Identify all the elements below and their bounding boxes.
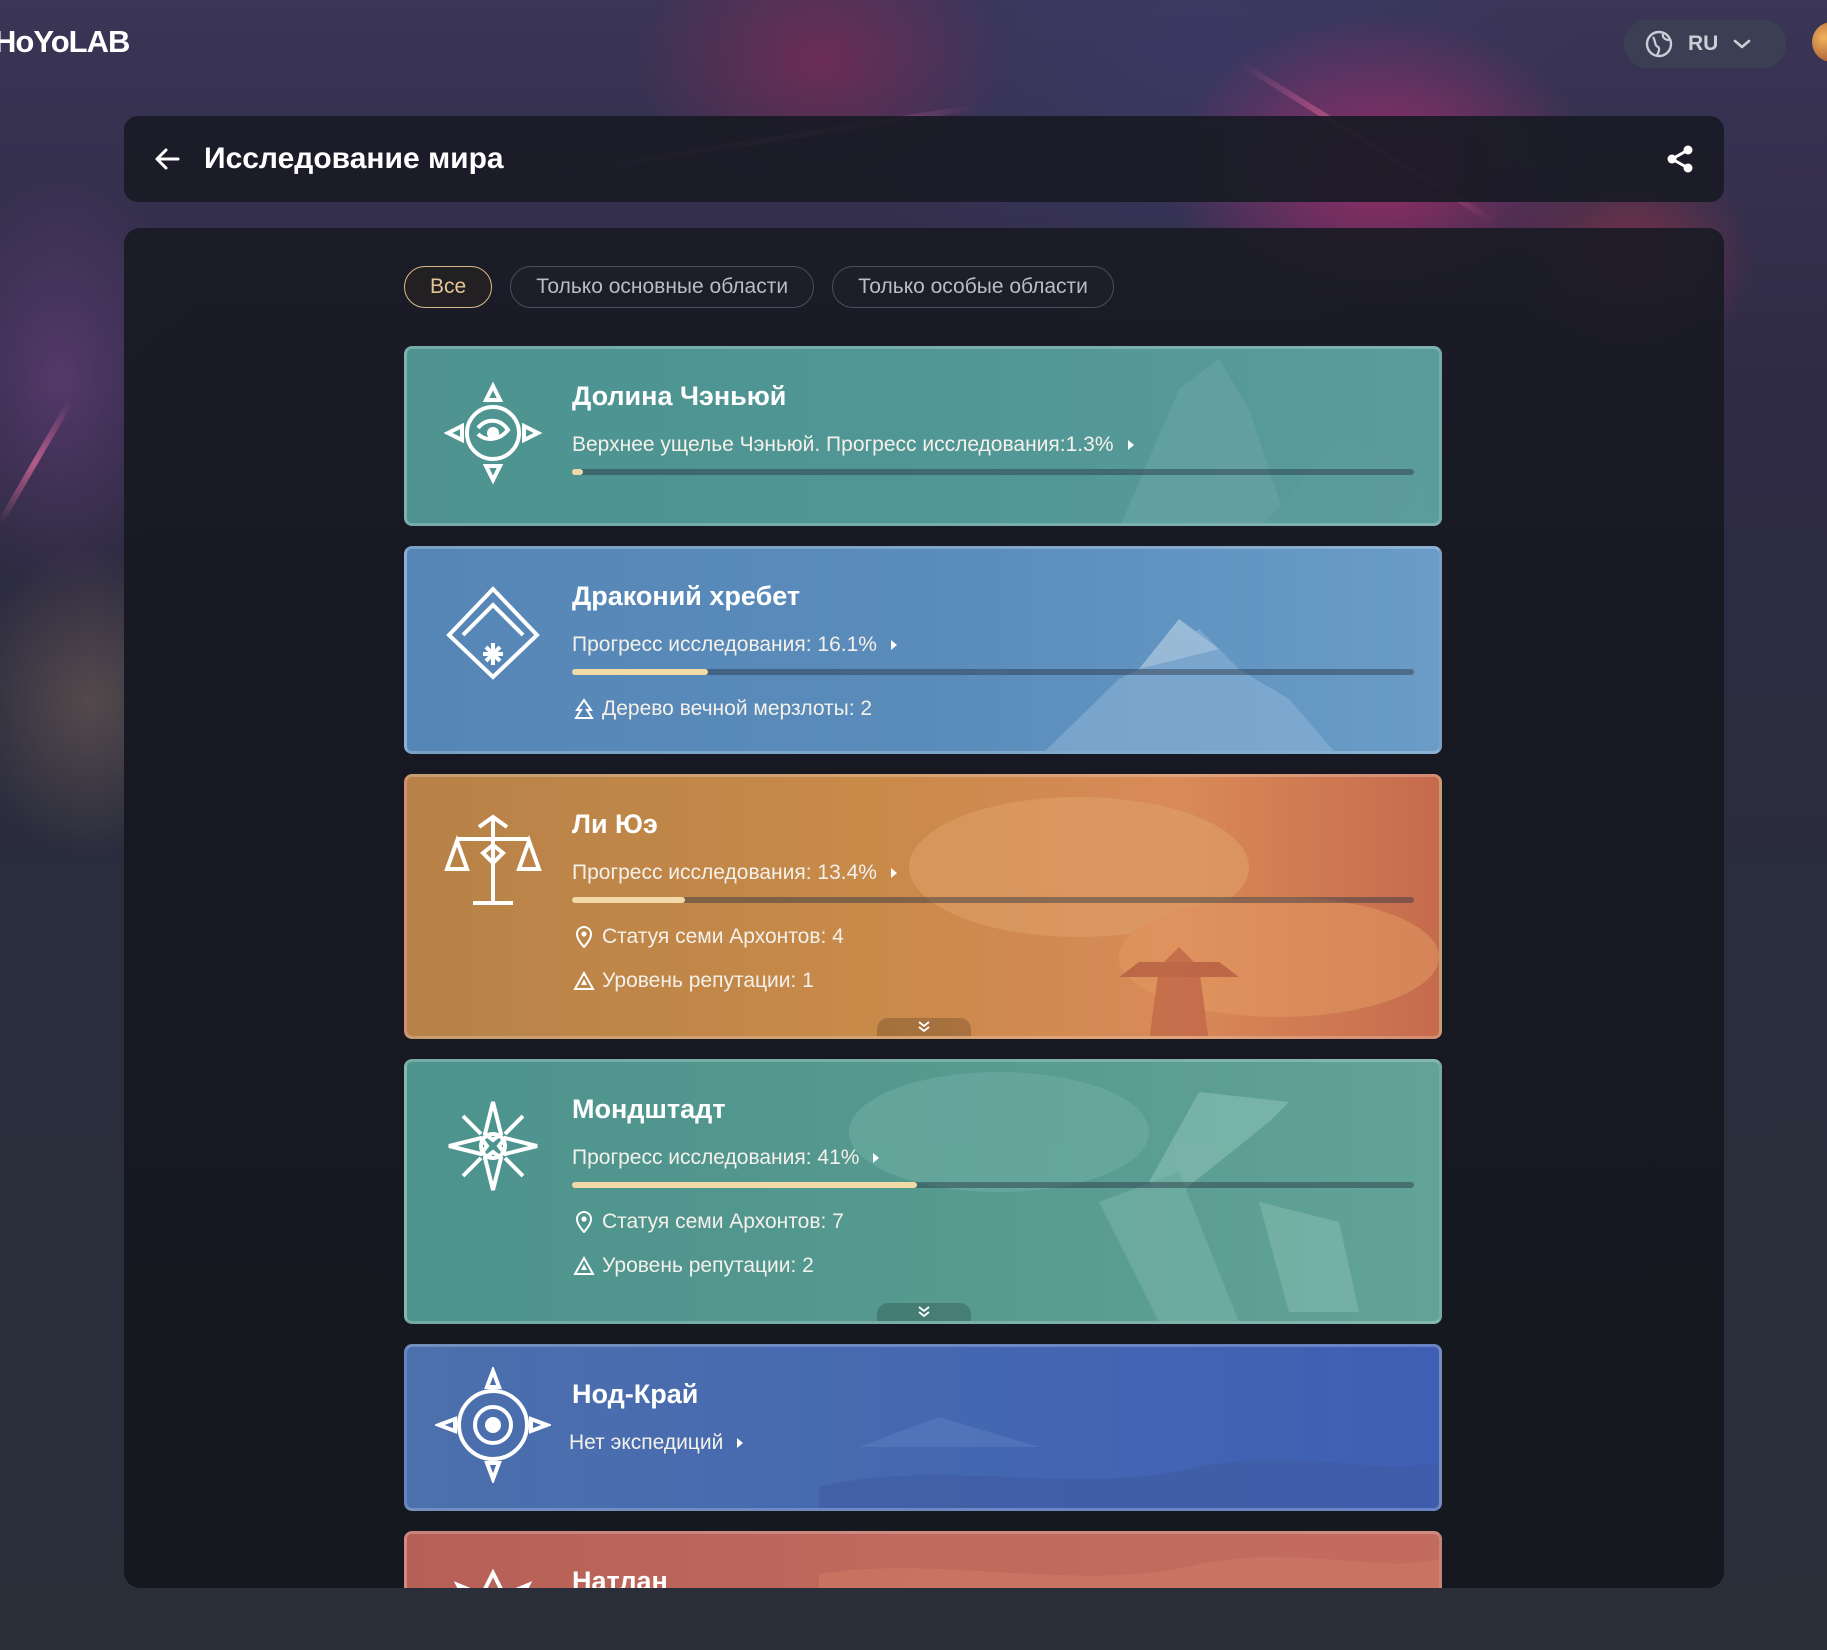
region-name: Мондштадт [572, 1094, 726, 1124]
expeditions-text: Нет экспедиций [569, 1431, 724, 1454]
back-arrow-icon[interactable] [152, 144, 182, 174]
caret-right-icon [890, 868, 897, 878]
region-name: Нод-Край [572, 1379, 699, 1409]
progress-bar-fill [572, 897, 685, 903]
region-name: Драконий хребет [572, 581, 801, 611]
region-card-nod-krai[interactable]: Нод-Край Нет экспедиций [404, 1344, 1442, 1511]
progress-text: Прогресс исследования: 16.1% [572, 633, 877, 656]
stat-statue-of-seven: Статуя семи Архонтов: 4 [572, 925, 1409, 949]
progress-bar-fill [572, 669, 708, 675]
region-list: Долина Чэньюй Верхнее ущелье Чэньюй. Про… [404, 346, 1442, 1588]
stat-text: Статуя семи Архонтов: 7 [602, 1210, 844, 1233]
language-label: RU [1688, 32, 1719, 55]
caret-right-icon [890, 640, 897, 650]
progress-text: Прогресс исследования: 41% [572, 1146, 860, 1169]
filter-chip-all[interactable]: Все [404, 266, 493, 308]
filter-chip-special-areas[interactable]: Только особые области [832, 266, 1114, 308]
stat-reputation-level: Уровень репутации: 1 [572, 969, 1409, 993]
stat-text: Уровень репутации: 1 [602, 969, 814, 992]
statue-pin-icon [572, 1210, 596, 1234]
dragonspine-emblem-icon [435, 575, 551, 691]
progress-bar [572, 669, 1414, 675]
liyue-emblem-icon [435, 803, 551, 919]
stat-statue-of-seven: Статуя семи Архонтов: 7 [572, 1210, 1409, 1234]
stat-frostbearing-tree: Дерево вечной мерзлоты: 2 [572, 697, 1409, 721]
exploration-progress-link[interactable]: Верхнее ущелье Чэньюй. Прогресс исследов… [572, 433, 1409, 457]
region-card-chenyu-vale[interactable]: Долина Чэньюй Верхнее ущелье Чэньюй. Про… [404, 346, 1442, 526]
stat-reputation-level: Уровень репутации: 2 [572, 1254, 1409, 1278]
filter-tabs: Все Только основные области Только особы… [404, 266, 1114, 308]
caret-right-icon [737, 1438, 744, 1448]
exploration-progress-link[interactable]: Прогресс исследования: 41% [572, 1146, 1409, 1170]
region-name: Долина Чэньюй [572, 381, 787, 411]
exploration-panel: Все Только основные области Только особы… [124, 228, 1724, 1588]
reputation-icon [572, 1254, 596, 1278]
progress-bar-fill [572, 469, 583, 475]
chevron-double-down-icon [916, 1305, 932, 1322]
expand-toggle[interactable] [877, 1303, 971, 1322]
progress-text: Верхнее ущелье Чэньюй. Прогресс исследов… [572, 433, 1114, 456]
reputation-icon [572, 969, 596, 993]
expand-toggle[interactable] [877, 1018, 971, 1037]
region-card-liyue[interactable]: Ли Юэ Прогресс исследования: 13.4% Стату… [404, 774, 1442, 1039]
chenyu-vale-emblem-icon [435, 375, 551, 491]
statue-pin-icon [572, 925, 596, 949]
progress-bar [572, 897, 1414, 903]
stat-text: Дерево вечной мерзлоты: 2 [602, 697, 873, 720]
progress-text: Прогресс исследования: 13.4% [572, 861, 877, 884]
filter-chip-main-areas[interactable]: Только основные области [510, 266, 815, 308]
page-title: Исследование мира [204, 142, 504, 175]
expeditions-link[interactable]: Нет экспедиций [569, 1431, 1409, 1455]
globe-icon [1644, 29, 1674, 59]
mondstadt-emblem-icon [435, 1088, 551, 1204]
caret-right-icon [1127, 440, 1134, 450]
nod-krai-emblem-icon [435, 1367, 551, 1483]
progress-bar [572, 1182, 1414, 1188]
natlan-emblem-icon [435, 1556, 551, 1588]
chevron-double-down-icon [916, 1020, 932, 1037]
page-header: Исследование мира [124, 116, 1724, 202]
language-selector[interactable]: RU [1624, 20, 1786, 68]
caret-right-icon [873, 1153, 880, 1163]
stat-text: Уровень репутации: 2 [602, 1254, 814, 1277]
region-card-mondstadt[interactable]: Мондштадт Прогресс исследования: 41% Ста… [404, 1059, 1442, 1324]
stat-text: Статуя семи Архонтов: 4 [602, 925, 844, 948]
exploration-progress-link[interactable]: Прогресс исследования: 13.4% [572, 861, 1409, 885]
chevron-down-icon [1732, 37, 1752, 51]
progress-bar-fill [572, 1182, 918, 1188]
share-icon[interactable] [1664, 143, 1696, 175]
frostbearing-tree-icon [572, 697, 596, 721]
region-card-dragonspine[interactable]: Драконий хребет Прогресс исследования: 1… [404, 546, 1442, 754]
region-name: Ли Юэ [572, 809, 658, 839]
progress-bar [572, 469, 1414, 475]
region-card-natlan[interactable]: Натлан [404, 1531, 1442, 1588]
exploration-progress-link[interactable]: Прогресс исследования: 16.1% [572, 633, 1409, 657]
hoyolab-logo[interactable]: HoYoLAB [0, 24, 130, 60]
region-name: Натлан [572, 1566, 668, 1588]
